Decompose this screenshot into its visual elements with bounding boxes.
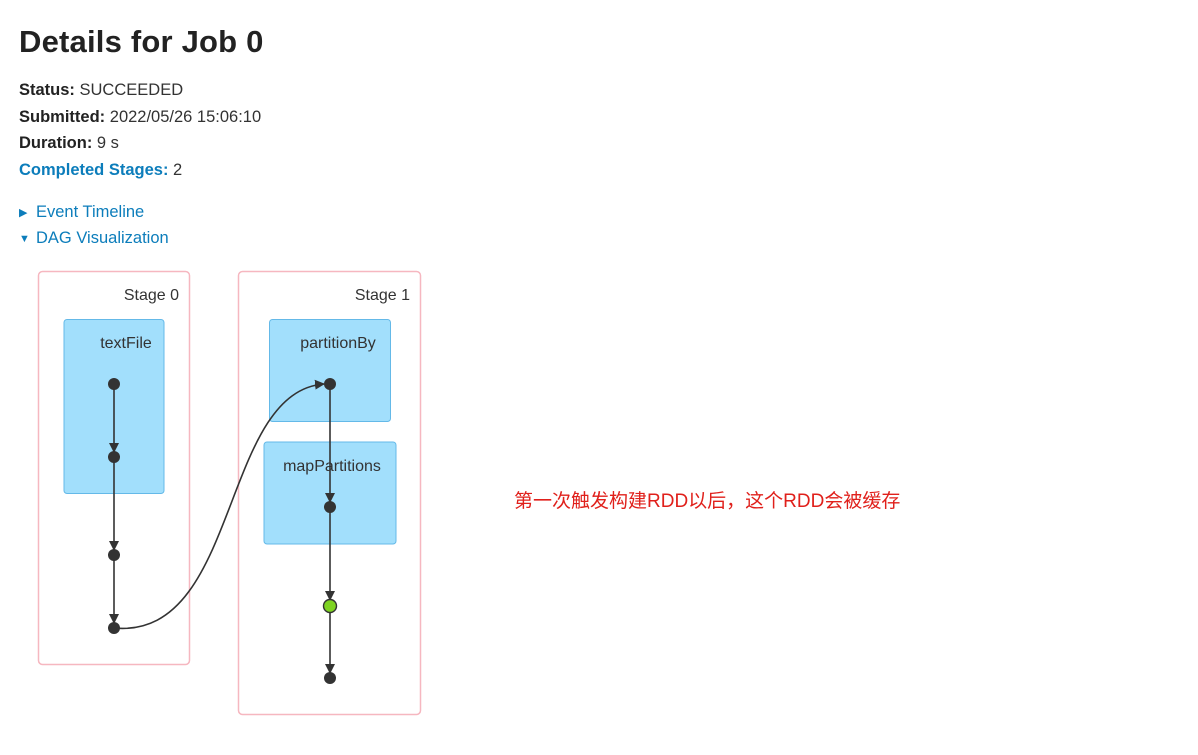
cache-annotation: 第一次触发构建RDD以后，这个RDD会被缓存 xyxy=(514,491,901,512)
rdd-node[interactable] xyxy=(108,549,120,561)
stage-0-label: Stage 0 xyxy=(124,287,179,304)
rdd-node[interactable] xyxy=(324,501,336,513)
rdd-node[interactable] xyxy=(324,378,336,390)
rdd-node[interactable] xyxy=(108,622,120,634)
partitionby-label: partitionBy xyxy=(300,335,376,352)
rdd-node[interactable] xyxy=(108,378,120,390)
textfile-label: textFile xyxy=(100,335,152,352)
dag-visualization: Stage 0 textFile Stage 1 partitionBy map… xyxy=(37,270,422,716)
mappartitions-label: mapPartitions xyxy=(283,458,381,475)
cached-rdd-node[interactable] xyxy=(322,598,338,614)
stage-1-label: Stage 1 xyxy=(355,287,410,304)
rdd-node[interactable] xyxy=(324,672,336,684)
rdd-node[interactable] xyxy=(108,451,120,463)
